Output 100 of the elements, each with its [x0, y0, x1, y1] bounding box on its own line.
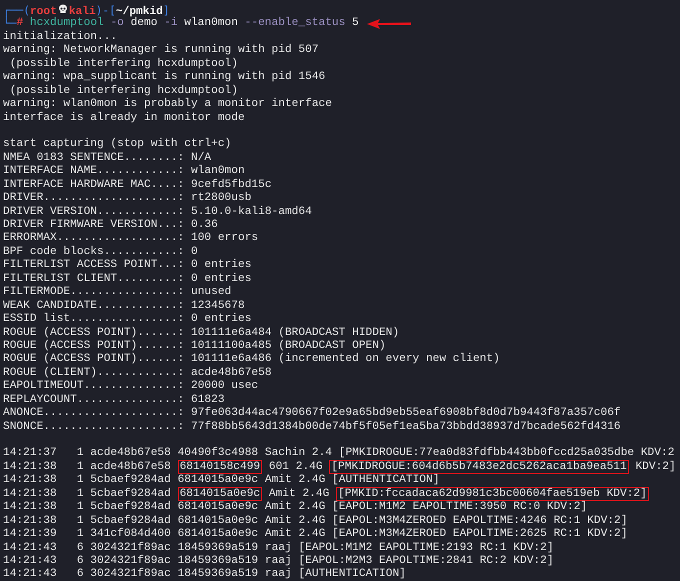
network-name: raaj	[264, 542, 292, 554]
status-message: [PMKIDROGUE:604d6b5b7483e2dc5262aca1ba9ea511	[329, 460, 629, 474]
status-count: 1	[76, 447, 84, 461]
network-name: Amit 2.4G	[264, 528, 326, 540]
command-argument: 5	[352, 17, 359, 31]
client-mac: 5cbaef9284ad	[90, 474, 171, 486]
output-line: ROGUE (ACCESS POINT)......: 101111e6a484 (BROADCAST HIDDEN)	[3, 326, 400, 340]
output-line: FILTERMODE................: unused	[3, 286, 232, 300]
ap-mac: 6814015a0e9c	[178, 514, 258, 527]
status-message: [EAPOL:M3M4ZEROED EAPOLTIME:4246 RC:1 KDV:2]	[332, 514, 628, 527]
status-count: 6	[76, 568, 84, 581]
ap-mac: 6814015a0e9c	[178, 501, 258, 514]
status-count: 1	[76, 514, 84, 528]
status-message: [AUTHENTICATION]	[332, 474, 440, 486]
command-name: hcxdumptool	[30, 17, 104, 30]
output-line: DRIVER....................: rt2800usb	[3, 192, 252, 206]
output-line: (possible interfering hcxdumptool)	[8, 84, 239, 98]
output-line: EAPOLTIMEOUT..............: 20000 usec	[3, 380, 260, 394]
network-name: raaj	[264, 568, 292, 580]
output-line: warning: wpa_supplicant is running with pid 1546	[3, 71, 326, 84]
output-line: NMEA 0183 SENTENCE........: N/A	[3, 152, 212, 164]
output-line: BPF code blocks...........: 0	[3, 246, 199, 260]
network-name: Sachin 2.4	[264, 447, 332, 460]
output-line: interface is already in monitor mode	[3, 112, 246, 125]
status-message: [EAPOL:M2M3 EAPOLTIME:2841 RC:2 KDV:2]	[298, 554, 554, 567]
output-line: REPLAYCOUNT...............: 61823	[3, 394, 226, 406]
output-line: warning: NetworkManager is running with pid 507	[3, 44, 320, 58]
status-time: 14:21:38	[3, 474, 57, 486]
prompt-host: kali	[68, 6, 96, 18]
command-option: -o	[110, 17, 124, 31]
output-line: DRIVER VERSION............: 5.10.0-kali8-amd64	[3, 206, 313, 219]
status-count: 6	[76, 554, 84, 568]
status-time: 14:21:43	[3, 568, 57, 580]
output-line: (possible interfering hcxdumptool)	[8, 58, 239, 70]
status-count: 1	[76, 488, 84, 502]
client-mac: 5cbaef9284ad	[90, 501, 171, 514]
prompt-frame: └─	[3, 17, 16, 31]
output-line: ERRORMAX..................: 100 errors	[3, 232, 260, 246]
output-line: DRIVER FIRMWARE VERSION...: 0.36	[3, 219, 219, 232]
ap-mac: 18459369a519	[178, 554, 258, 567]
command-argument: demo	[130, 17, 158, 31]
annotation-arrow	[367, 18, 412, 30]
prompt-user: root	[30, 6, 57, 18]
status-time: 14:21:38	[3, 488, 57, 500]
output-line: start capturing (stop with ctrl+c)	[3, 138, 232, 152]
network-name: Amit 2.4G	[264, 501, 326, 514]
status-message: [EAPOL:M1M2 EAPOLTIME:2193 RC:1 KDV:2]	[298, 542, 554, 554]
status-count: 1	[76, 460, 84, 474]
status-message: [AUTHENTICATION]	[298, 568, 406, 580]
network-name: Amit 2.4G	[264, 474, 326, 486]
output-line: ESSID list................: 0 entries	[3, 313, 252, 326]
client-mac: 5cbaef9284ad	[90, 514, 171, 527]
status-time: 14:21:38	[3, 501, 57, 514]
status-time: 14:21:37	[3, 447, 57, 460]
command-option: --enable_status	[244, 17, 346, 31]
ap-mac: 6814015a0e9c	[178, 474, 258, 486]
output-line: SNONCE....................: 77f88bb5643d1384b00de74bf5f05ef1ea5ba73bbdd38937d7bcade562fd4316	[3, 420, 622, 434]
status-message: KDV:2]	[635, 460, 676, 473]
client-mac: 3024321f89ac	[90, 542, 171, 554]
client-mac: acde48b67e58	[90, 447, 171, 460]
output-line: INTERFACE HARDWARE MAC....: 9cefd5fbd15c	[3, 178, 273, 192]
ap-mac: 18459369a519	[178, 568, 258, 580]
prompt-symbol: #	[16, 17, 24, 30]
status-time: 14:21:38	[3, 514, 57, 527]
ap-mac: 18459369a519	[178, 542, 258, 554]
ap-mac: 40490f3c4988	[178, 447, 258, 460]
client-mac: 5cbaef9284ad	[90, 488, 171, 500]
command-option: -i	[164, 17, 178, 31]
network-name: raaj	[264, 554, 292, 567]
ap-mac: 6814015a0e9c	[178, 486, 262, 501]
output-line: ANONCE....................: 97fe063d44ac4790667f02e9a65bd9eb55eaf6908bf8d0d7b9443f87a357c06f	[3, 407, 622, 420]
status-count: 6	[76, 542, 84, 555]
status-time: 14:21:38	[3, 460, 57, 473]
status-message: [PMKIDROGUE:77ea0d83fdfbb443bb0fccd25a035dbe KDV:2	[338, 447, 674, 460]
command-argument: wlan0mon	[184, 17, 238, 31]
output-line: warning: wlan0mon is probably a monitor interface	[3, 98, 333, 112]
status-count: 1	[76, 528, 84, 542]
status-time: 14:21:39	[3, 528, 57, 540]
output-line: ROGUE (ACCESS POINT)......: 10111100a485 (BROADCAST OPEN)	[3, 340, 387, 352]
prompt-frame: )-[	[96, 4, 116, 17]
output-line: ROGUE (CLIENT)............: acde48b67e58	[3, 366, 273, 380]
output-line: FILTERLIST CLIENT.........: 0 entries	[3, 272, 252, 286]
status-count: 1	[76, 474, 84, 488]
status-count: 1	[76, 501, 84, 515]
client-mac: 3024321f89ac	[90, 568, 171, 580]
output-line: ROGUE (ACCESS POINT)......: 101111e6a486 (incremented on every new client)	[3, 353, 501, 366]
client-mac: acde48b67e58	[90, 460, 171, 473]
output-line: INTERFACE NAME............: wlan0mon	[3, 165, 246, 178]
status-message: [EAPOL:M3M4ZEROED EAPOLTIME:2625 RC:1 KDV:2]	[332, 528, 628, 540]
status-message: [EAPOL:M1M2 EAPOLTIME:3950 RC:0 KDV:2]	[332, 501, 588, 514]
output-line: WEAK CANDIDATE............: 12345678	[3, 300, 246, 312]
client-mac: 3024321f89ac	[90, 554, 171, 567]
skull-icon	[58, 4, 68, 14]
output-line: initialization...	[3, 30, 118, 44]
status-time: 14:21:43	[3, 542, 57, 554]
network-name: Amit 2.4G	[264, 514, 326, 527]
network-name: 601 2.4G	[268, 460, 323, 473]
prompt-frame: ┌──(	[3, 4, 30, 17]
client-mac: 341cf084d400	[90, 528, 171, 540]
prompt-path: ~/pmkid	[116, 6, 163, 18]
